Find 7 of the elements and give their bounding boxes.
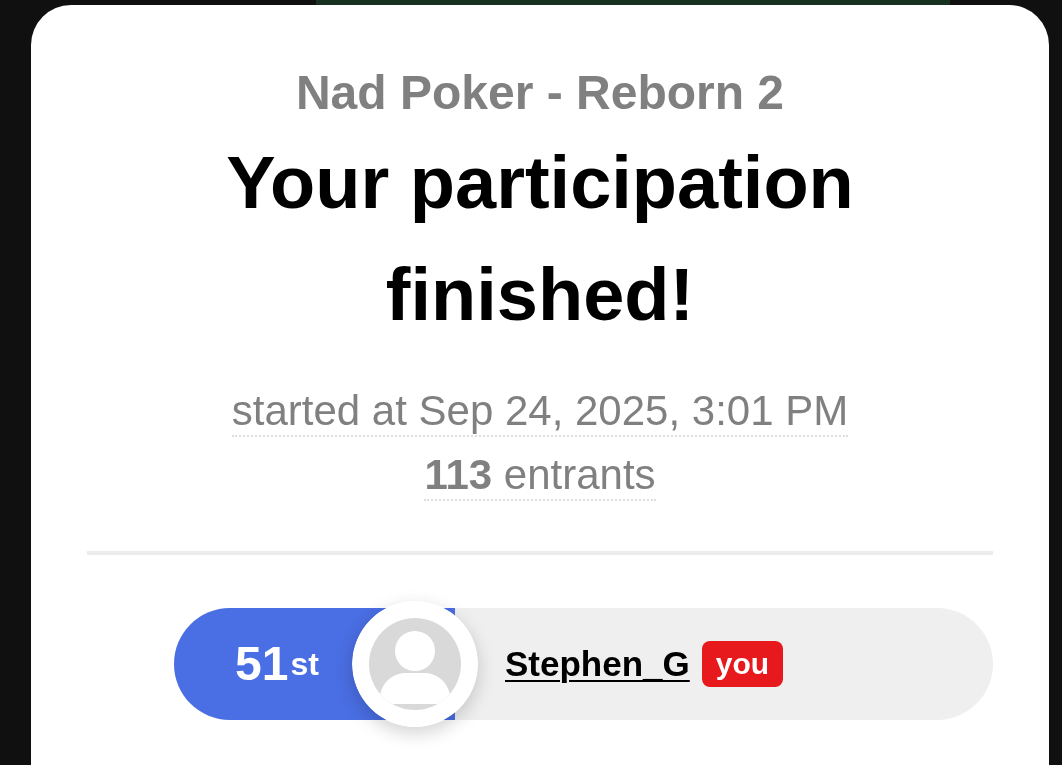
- player-link[interactable]: Stephen_G: [505, 642, 690, 686]
- you-badge: you: [701, 641, 784, 687]
- avatar-icon: [352, 601, 478, 727]
- entrants-count: 113 entrants: [424, 451, 656, 501]
- tournament-name: Nad Poker - Reborn 2: [295, 65, 785, 121]
- start-time: started at Sep 24, 2025, 3:01 PM: [231, 387, 849, 437]
- result-heading: Your participation finished!: [225, 140, 855, 338]
